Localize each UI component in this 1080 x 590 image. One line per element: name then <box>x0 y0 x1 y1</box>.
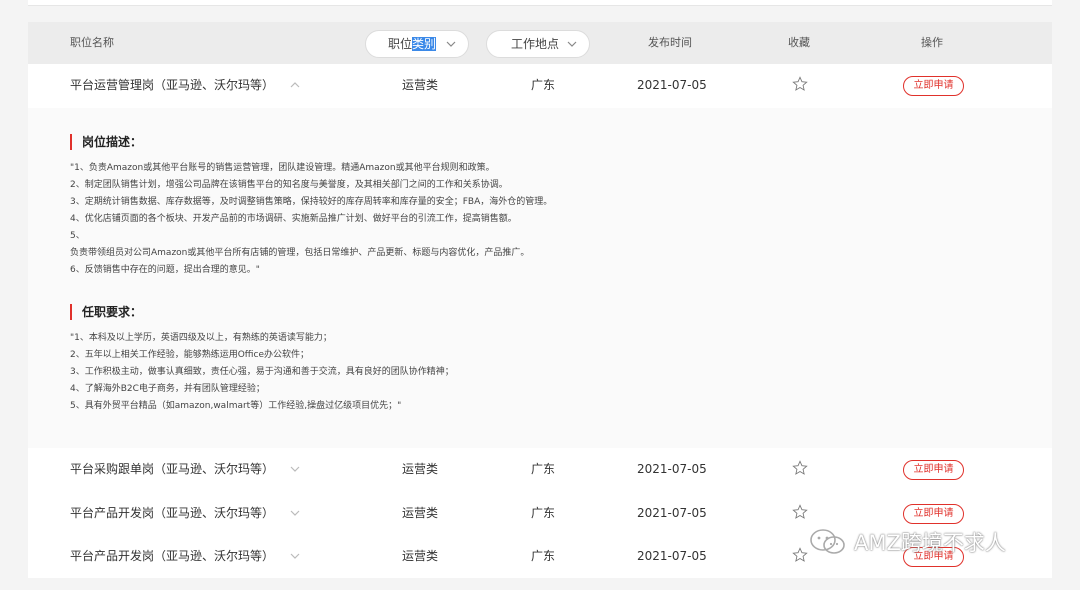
chevron-down-icon[interactable] <box>290 552 300 560</box>
requirement-line: 2、五年以上相关工作经验，能够熟练运用Office办公软件； <box>70 350 309 360</box>
job-title[interactable]: 平台产品开发岗（亚马逊、沃尔玛等） <box>70 492 274 535</box>
requirement-line: 5、具有外贸平台精品（如amazon,walmart等）工作经验,操盘过亿级项目… <box>70 401 402 411</box>
chevron-down-icon <box>446 41 456 47</box>
description-line: 5、 <box>70 231 85 241</box>
chevron-down-icon[interactable] <box>290 509 300 517</box>
job-title[interactable]: 平台运营管理岗（亚马逊、沃尔玛等） <box>70 64 274 107</box>
description-line: 3、定期统计销售数据、库存数据等，及时调整销售策略，保持较好的库存周转率和库存量… <box>70 197 553 207</box>
chevron-up-icon[interactable] <box>290 81 300 89</box>
description-line: "1、负责Amazon或其他平台账号的销售运营管理，团队建设管理。精通Amazo… <box>70 163 495 173</box>
star-icon[interactable] <box>792 547 808 563</box>
job-category: 运营类 <box>402 506 439 520</box>
job-date: 2021-07-05 <box>637 462 707 476</box>
header-action: 操作 <box>921 36 943 49</box>
job-category: 运营类 <box>402 78 439 92</box>
apply-button[interactable]: 立即申请 <box>903 76 964 96</box>
description-line: 2、制定团队销售计划，增强公司品牌在该销售平台的知名度与美誉度，及其相关部门之间… <box>70 180 508 190</box>
watermark-text: AMZ跨境不求人 <box>854 531 1006 555</box>
star-icon[interactable] <box>792 504 808 520</box>
header-title: 职位名称 <box>70 36 114 49</box>
job-date: 2021-07-05 <box>637 78 707 92</box>
description-line: 负责带领组员对公司Amazon或其他平台所有店铺的管理，包括日常维护、产品更新、… <box>70 248 530 258</box>
category-filter-highlight: 类别 <box>412 37 437 51</box>
description-list: "1、负责Amazon或其他平台账号的销售运营管理，团队建设管理。精通Amazo… <box>70 160 1030 279</box>
job-detail-panel: 岗位描述： "1、负责Amazon或其他平台账号的销售运营管理，团队建设管理。精… <box>28 108 1052 448</box>
job-title[interactable]: 平台产品开发岗（亚马逊、沃尔玛等） <box>70 535 274 578</box>
header-date: 发布时间 <box>648 36 692 49</box>
job-location: 广东 <box>531 462 556 476</box>
chevron-down-icon[interactable] <box>290 465 300 473</box>
category-filter-dropdown[interactable]: 职位类别 <box>365 30 469 58</box>
requirement-line: "1、本科及以上学历，英语四级及以上，有熟练的英语读写能力； <box>70 333 332 343</box>
star-icon[interactable] <box>792 460 808 476</box>
apply-button[interactable]: 立即申请 <box>903 504 964 524</box>
top-edge <box>28 0 1052 6</box>
requirement-line: 3、工作积极主动，做事认真细致，责任心强，易于沟通和善于交流，具有良好的团队协作… <box>70 367 454 377</box>
wechat-icon <box>810 529 845 554</box>
requirements-list: "1、本科及以上学历，英语四级及以上，有熟练的英语读写能力； 2、五年以上相关工… <box>70 330 1030 415</box>
job-category: 运营类 <box>402 462 439 476</box>
description-line: 4、优化店铺页面的各个板块、开发产品前的市场调研、实施新品推广计划、做好平台的引… <box>70 214 517 224</box>
table-header: 职位名称 职位类别 工作地点 发布时间 收藏 操作 <box>28 22 1052 64</box>
requirement-line: 4、了解海外B2C电子商务，并有团队管理经验； <box>70 384 265 394</box>
job-location: 广东 <box>531 78 556 92</box>
job-row[interactable]: 平台采购跟单岗（亚马逊、沃尔玛等） 运营类 广东 2021-07-05 立即申请 <box>28 448 1052 491</box>
requirements-heading: 任职要求： <box>70 304 142 320</box>
description-heading: 岗位描述： <box>70 134 142 150</box>
star-icon[interactable] <box>792 76 808 92</box>
job-list-panel: 职位名称 职位类别 工作地点 发布时间 收藏 操作 平台运营管理岗（亚马逊、沃尔… <box>28 22 1052 578</box>
header-favorite: 收藏 <box>788 36 810 49</box>
job-category: 运营类 <box>402 549 439 563</box>
job-title[interactable]: 平台采购跟单岗（亚马逊、沃尔玛等） <box>70 448 274 491</box>
watermark: AMZ跨境不求人 <box>808 525 1006 559</box>
job-location: 广东 <box>531 506 556 520</box>
job-date: 2021-07-05 <box>637 549 707 563</box>
job-location: 广东 <box>531 549 556 563</box>
job-date: 2021-07-05 <box>637 506 707 520</box>
category-filter-label: 职位 <box>388 37 413 51</box>
description-line: 6、反馈销售中存在的问题，提出合理的意见。" <box>70 265 260 275</box>
chevron-down-icon <box>567 41 577 47</box>
apply-button[interactable]: 立即申请 <box>903 460 964 480</box>
location-filter-dropdown[interactable]: 工作地点 <box>486 30 590 58</box>
location-filter-label: 工作地点 <box>511 37 560 51</box>
job-row[interactable]: 平台运营管理岗（亚马逊、沃尔玛等） 运营类 广东 2021-07-05 立即申请 <box>28 64 1052 107</box>
